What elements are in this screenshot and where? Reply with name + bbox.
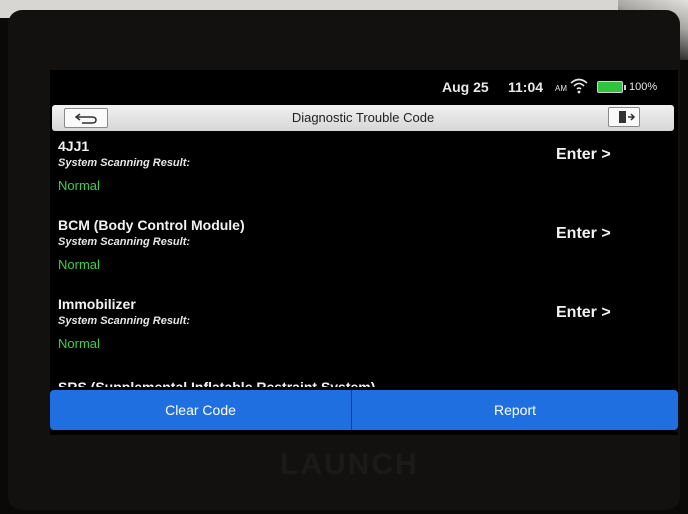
list-item[interactable]: BCM (Body Control Module) System Scannin…: [54, 211, 674, 287]
scan-result-label: System Scanning Result:: [58, 315, 191, 327]
title-bar: Diagnostic Trouble Code: [52, 105, 674, 131]
battery-icon: [597, 81, 626, 93]
scan-result-label: System Scanning Result:: [58, 236, 191, 248]
system-name: 4JJ1: [58, 138, 90, 154]
action-bar: Clear Code Report: [50, 390, 678, 430]
system-name: Immobilizer: [58, 296, 136, 312]
page-title: Diagnostic Trouble Code: [291, 110, 435, 125]
list-item[interactable]: Immobilizer System Scanning Result: Norm…: [54, 290, 674, 366]
status-time: 11:04: [508, 79, 544, 95]
enter-button[interactable]: Enter >: [556, 225, 611, 243]
clear-code-button[interactable]: Clear Code: [50, 390, 352, 430]
exit-icon: [619, 111, 636, 123]
partial-list-item[interactable]: SRS (Supplemental Inflatable Restraint S…: [58, 379, 375, 387]
enter-button[interactable]: Enter >: [556, 304, 611, 322]
scan-status: Normal: [58, 178, 100, 193]
wifi-icon: [570, 78, 588, 94]
scan-status: Normal: [58, 257, 100, 272]
status-date: Aug 25: [442, 79, 489, 95]
exit-button[interactable]: [608, 107, 640, 127]
system-name: BCM (Body Control Module): [58, 217, 245, 233]
status-ampm: AM: [555, 84, 567, 93]
enter-button[interactable]: Enter >: [556, 146, 611, 164]
battery-percent: 100%: [629, 81, 658, 93]
status-bar: Aug 25 11:04 AM 100%: [50, 70, 678, 104]
scan-status: Normal: [58, 336, 100, 351]
list-item[interactable]: 4JJ1 System Scanning Result: Normal Ente…: [54, 132, 674, 208]
report-button[interactable]: Report: [352, 390, 678, 430]
scan-result-label: System Scanning Result:: [58, 157, 191, 169]
system-list: 4JJ1 System Scanning Result: Normal Ente…: [50, 132, 678, 387]
brand-logo: LAUNCH: [280, 448, 419, 481]
tablet-screen: Aug 25 11:04 AM 100% Diagnostic Trouble …: [50, 70, 678, 435]
